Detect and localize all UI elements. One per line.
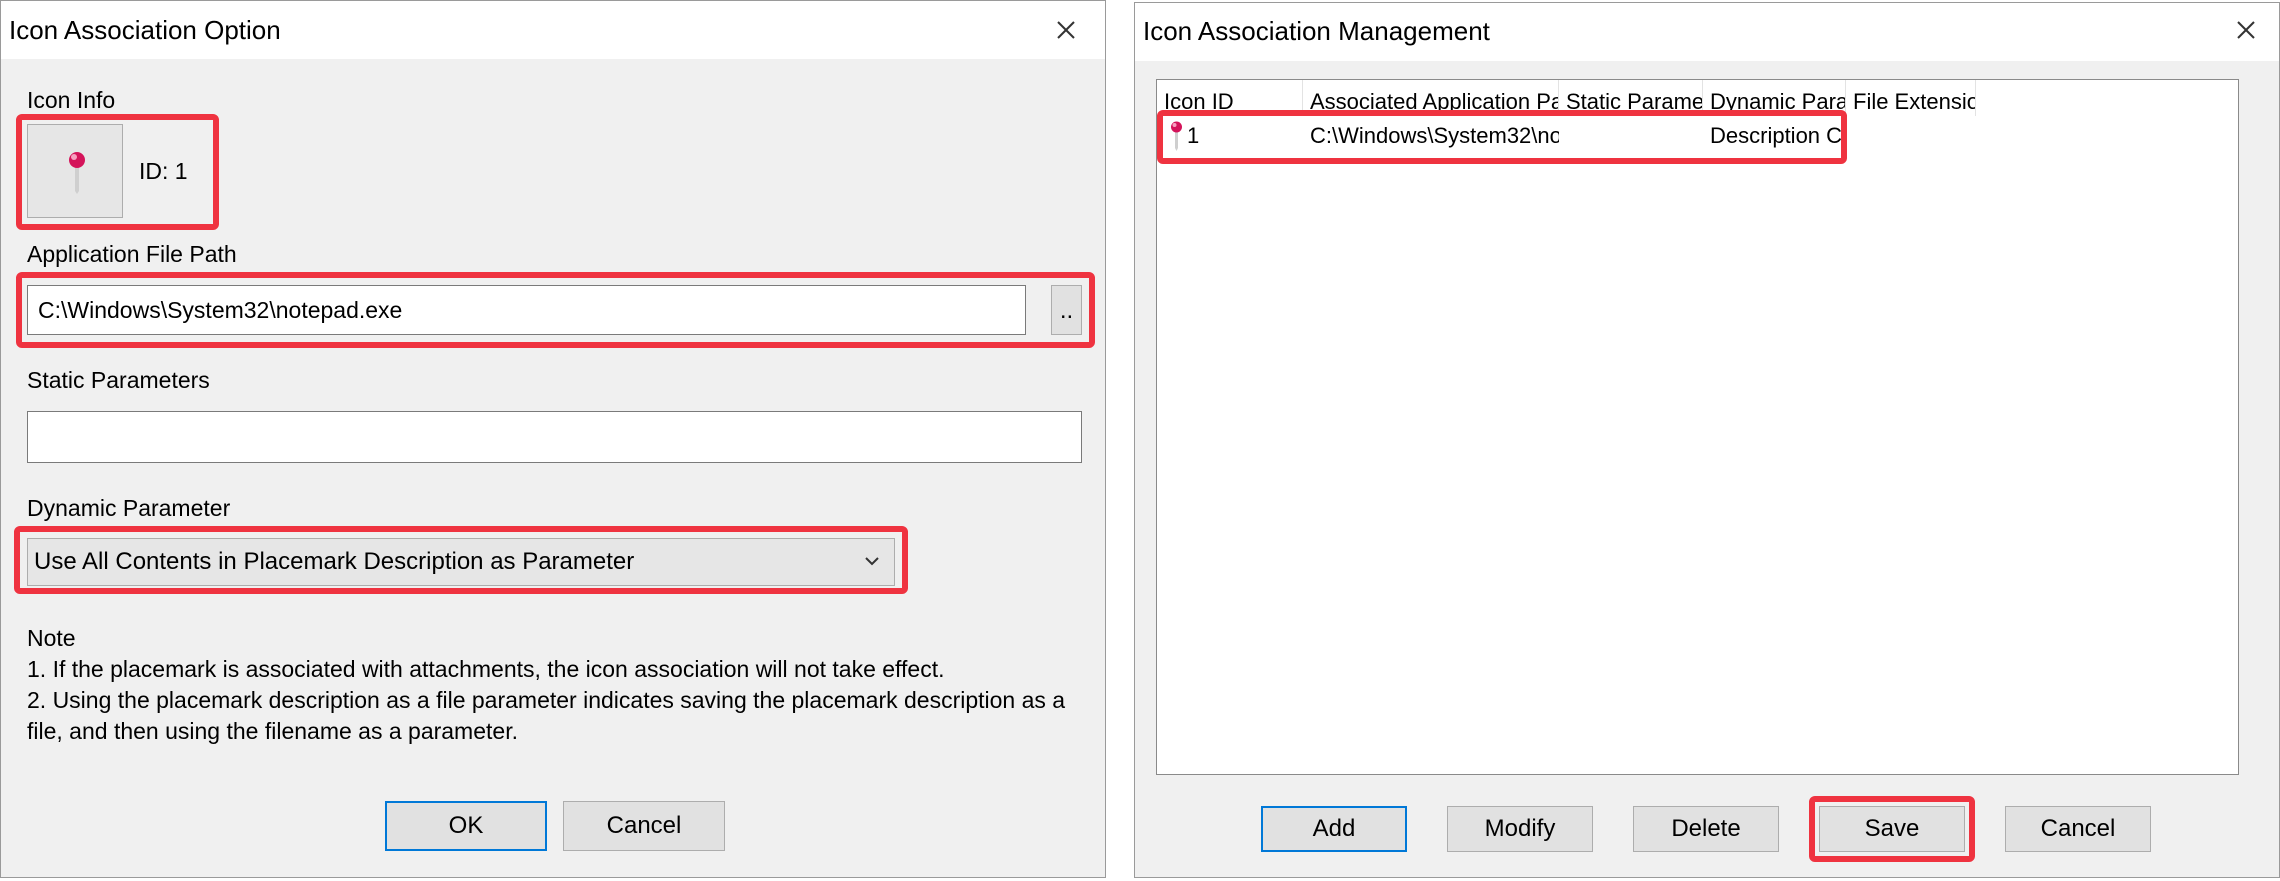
pushpin-icon <box>69 152 85 194</box>
cell-icon-id: 1 <box>1157 118 1303 154</box>
icon-association-option-dialog: Icon Association Option Icon Info ID: 1 … <box>0 0 1106 878</box>
row-static-params <box>1559 118 1703 154</box>
column-header-icon-id[interactable]: Icon ID <box>1157 80 1303 116</box>
add-button[interactable]: Add <box>1261 806 1407 852</box>
chevron-down-icon <box>865 557 879 566</box>
cancel-button[interactable]: Cancel <box>563 801 725 851</box>
cancel-button[interactable]: Cancel <box>2005 806 2151 852</box>
icon-id-text: ID: 1 <box>139 158 188 184</box>
app-path-input[interactable] <box>27 285 1026 335</box>
dynamic-param-selected: Use All Contents in Placemark Descriptio… <box>34 548 635 575</box>
row-file-extension <box>1846 118 1976 154</box>
dynamic-param-label: Dynamic Parameter <box>27 495 231 521</box>
dialog-title: Icon Association Management <box>1143 16 1490 46</box>
ok-button[interactable]: OK <box>385 801 547 851</box>
column-header-file-extension[interactable]: File Extension <box>1846 80 1976 116</box>
dynamic-param-select[interactable]: Use All Contents in Placemark Descriptio… <box>27 538 895 586</box>
close-button[interactable] <box>1049 13 1083 47</box>
title-bar: Icon Association Option <box>1 1 1105 59</box>
modify-button[interactable]: Modify <box>1447 806 1593 852</box>
icon-info-label: Icon Info <box>27 87 116 113</box>
header-filler <box>2222 80 2238 116</box>
save-button[interactable]: Save <box>1819 806 1965 852</box>
note-line-2: 2. Using the placemark description as a … <box>27 687 1072 744</box>
icon-association-management-dialog: Icon Association Management Icon ID Asso… <box>1134 2 2280 878</box>
static-params-input[interactable] <box>27 411 1082 463</box>
dialog-title: Icon Association Option <box>9 15 281 45</box>
delete-button[interactable]: Delete <box>1633 806 1779 852</box>
note-section: Note 1. If the placemark is associated w… <box>27 623 1087 747</box>
icon-preview-button[interactable] <box>27 124 123 218</box>
title-bar: Icon Association Management <box>1135 3 2279 61</box>
static-params-label: Static Parameters <box>27 367 210 393</box>
row-icon-id: 1 <box>1187 123 1200 148</box>
close-button[interactable] <box>2229 13 2263 47</box>
association-list[interactable]: Icon ID Associated Application Path Stat… <box>1156 79 2239 775</box>
row-app-path: C:\Windows\System32\notepad.exe <box>1310 123 1559 148</box>
note-line-1: 1. If the placemark is associated with a… <box>27 656 945 682</box>
list-header: Icon ID Associated Application Path Stat… <box>1157 80 2238 116</box>
note-title: Note <box>27 625 76 651</box>
row-dynamic-params: Description Cont... <box>1710 123 1846 148</box>
column-header-static-params[interactable]: Static Parameters <box>1559 80 1703 116</box>
pushpin-icon <box>1171 121 1182 151</box>
column-header-dynamic-params[interactable]: Dynamic Parame... <box>1703 80 1846 116</box>
close-icon <box>2237 21 2255 39</box>
app-path-label: Application File Path <box>27 241 237 267</box>
table-row[interactable]: 1 C:\Windows\System32\notepad.exe Descri… <box>1157 118 2238 154</box>
browse-button[interactable]: .. <box>1051 285 1082 335</box>
column-header-app-path[interactable]: Associated Application Path <box>1303 80 1559 116</box>
close-icon <box>1057 21 1075 39</box>
